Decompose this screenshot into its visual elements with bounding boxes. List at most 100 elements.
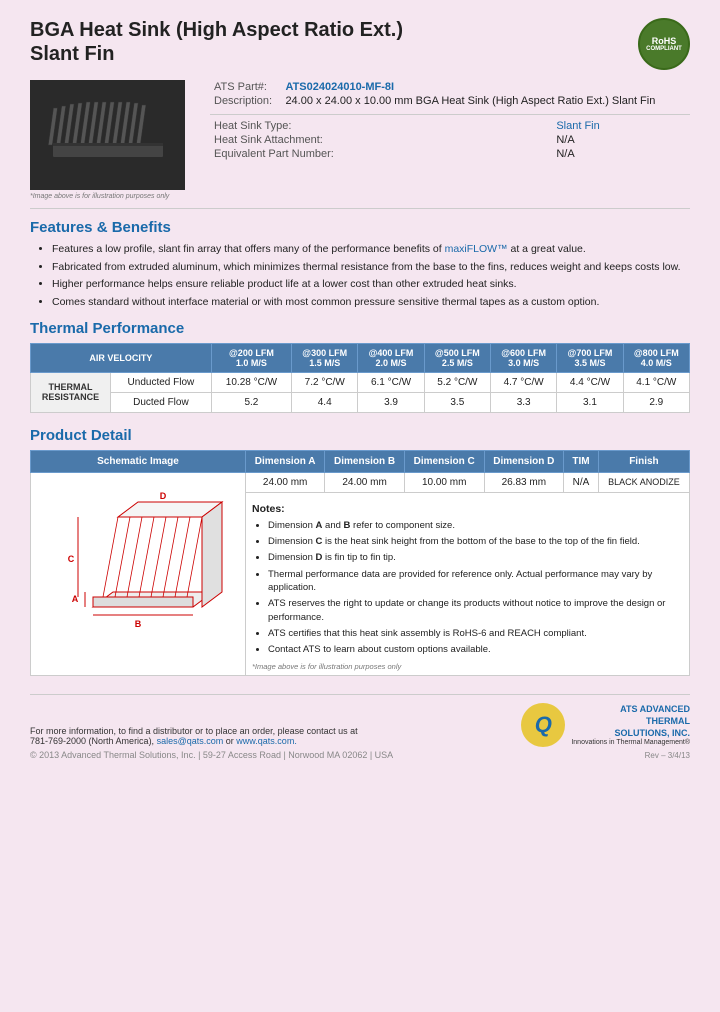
note-1: Dimension A and B refer to component siz… (268, 519, 683, 532)
schematic-svg: B A C D (43, 477, 233, 637)
ats-logo-icon: Q (521, 703, 565, 747)
notes-list: Dimension A and B refer to component siz… (252, 519, 683, 657)
product-image-box (30, 80, 185, 190)
footer-email[interactable]: sales@qats.com (157, 736, 224, 746)
rohs-badge: RoHS COMPLIANT (638, 18, 690, 70)
dim-d-value: 26.83 mm (484, 472, 564, 492)
detail-header-dim-b: Dimension B (325, 450, 405, 472)
thermal-resistance-label: THERMALRESISTANCE (31, 372, 111, 412)
product-image-note: *Image above is for illustration purpose… (30, 193, 190, 200)
product-specs: ATS Part#: ATS024024010-MF-8I Descriptio… (210, 80, 690, 167)
note-4: Thermal performance data are provided fo… (268, 568, 683, 595)
description-value: 24.00 x 24.00 x 10.00 mm BGA Heat Sink (… (281, 94, 690, 108)
col-700lfm: @700 LFM3.5 M/S (557, 343, 623, 372)
ducted-800: 2.9 (623, 392, 689, 412)
footer-contact: For more information, to find a distribu… (30, 726, 358, 736)
col-500lfm: @500 LFM2.5 M/S (424, 343, 490, 372)
footer-phone: 781-769-2000 (North America), (30, 736, 154, 746)
detail-header-schematic: Schematic Image (31, 450, 246, 472)
thermal-table: AIR VELOCITY @200 LFM1.0 M/S @300 LFM1.5… (30, 343, 690, 413)
feature-1: Features a low profile, slant fin array … (52, 242, 690, 257)
ats-brand-name: ATS ADVANCEDTHERMALSOLUTIONS, INC. (571, 704, 690, 739)
unducted-400: 6.1 °C/W (358, 372, 424, 392)
ats-tagline: Innovations in Thermal Management® (571, 739, 690, 746)
ats-logo-text-block: ATS ADVANCEDTHERMALSOLUTIONS, INC. Innov… (571, 704, 690, 746)
note-5: ATS reserves the right to update or chan… (268, 597, 683, 624)
product-image-area: *Image above is for illustration purpose… (30, 80, 190, 200)
ducted-200: 5.2 (211, 392, 291, 412)
air-velocity-header: AIR VELOCITY (31, 343, 212, 372)
footer-left: For more information, to find a distribu… (30, 726, 393, 760)
detail-header-dim-a: Dimension A (246, 450, 325, 472)
detail-table-wrap: Schematic Image Dimension A Dimension B … (30, 450, 690, 677)
footer-contact-text: For more information, to find a distribu… (30, 726, 393, 746)
dim-c-value: 10.00 mm (404, 472, 484, 492)
heatsink-illustration (38, 90, 178, 180)
note-6: ATS certifies that this heat sink assemb… (268, 627, 683, 640)
spec-table: ATS Part#: ATS024024010-MF-8I Descriptio… (210, 80, 690, 108)
unducted-200: 10.28 °C/W (211, 372, 291, 392)
heat-sink-type-value: Slant Fin (552, 119, 690, 133)
feature-2: Fabricated from extruded aluminum, which… (52, 260, 690, 275)
notes-heading: Notes: (252, 503, 683, 515)
ats-logo: Q ATS ADVANCEDTHERMALSOLUTIONS, INC. Inn… (521, 703, 690, 747)
spec-divider (210, 114, 690, 115)
footer-or: or (226, 736, 234, 746)
footer-right: Q ATS ADVANCEDTHERMALSOLUTIONS, INC. Inn… (521, 703, 690, 760)
features-list: Features a low profile, slant fin array … (30, 242, 690, 310)
schematic-cell: B A C D (31, 472, 246, 676)
title-line2: Slant Fin (30, 43, 114, 65)
page-title: BGA Heat Sink (High Aspect Ratio Ext.) S… (30, 18, 403, 66)
svg-text:C: C (68, 554, 75, 564)
svg-text:B: B (135, 619, 142, 629)
col-800lfm: @800 LFM4.0 M/S (623, 343, 689, 372)
heat-sink-attachment-label: Heat Sink Attachment: (210, 133, 552, 147)
detail-header-dim-c: Dimension C (404, 450, 484, 472)
dim-a-value: 24.00 mm (246, 472, 325, 492)
unducted-500: 5.2 °C/W (424, 372, 490, 392)
rohs-text: RoHS (652, 36, 677, 46)
notes-section: Notes: Dimension A and B refer to compon… (252, 503, 683, 657)
unducted-flow-label: Unducted Flow (111, 372, 212, 392)
schematic-image-area: B A C D (43, 477, 233, 647)
header-section: BGA Heat Sink (High Aspect Ratio Ext.) S… (30, 18, 690, 70)
unducted-600: 4.7 °C/W (490, 372, 556, 392)
detail-outer-table: Schematic Image Dimension A Dimension B … (30, 450, 690, 677)
svg-text:D: D (160, 491, 167, 501)
col-600lfm: @600 LFM3.0 M/S (490, 343, 556, 372)
note-2: Dimension C is the heat sink height from… (268, 535, 683, 548)
note-3: Dimension D is fin tip to fin tip. (268, 551, 683, 564)
unducted-800: 4.1 °C/W (623, 372, 689, 392)
features-heading: Features & Benefits (30, 219, 690, 236)
equivalent-part-label: Equivalent Part Number: (210, 147, 552, 161)
footer-website[interactable]: www.qats.com. (236, 736, 297, 746)
ducted-600: 3.3 (490, 392, 556, 412)
notes-cell: Notes: Dimension A and B refer to compon… (246, 492, 690, 676)
ducted-700: 3.1 (557, 392, 623, 412)
product-detail-heading: Product Detail (30, 427, 690, 444)
feature-3: Higher performance helps ensure reliable… (52, 277, 690, 292)
revision-text: Rev – 3/4/13 (521, 751, 690, 760)
title-line1: BGA Heat Sink (High Aspect Ratio Ext.) (30, 19, 403, 41)
dim-b-value: 24.00 mm (325, 472, 405, 492)
detail-header-finish: Finish (598, 450, 689, 472)
part-number[interactable]: ATS024024010-MF-8I (285, 81, 394, 93)
detail-header-tim: TIM (564, 450, 599, 472)
col-300lfm: @300 LFM1.5 M/S (292, 343, 358, 372)
ducted-300: 4.4 (292, 392, 358, 412)
ducted-400: 3.9 (358, 392, 424, 412)
heat-sink-attachment-value: N/A (552, 133, 690, 147)
rohs-compliant-text: COMPLIANT (646, 46, 682, 52)
feature-4: Comes standard without interface materia… (52, 295, 690, 310)
footer-copyright: © 2013 Advanced Thermal Solutions, Inc. … (30, 750, 393, 760)
ducted-flow-label: Ducted Flow (111, 392, 212, 412)
col-200lfm: @200 LFM1.0 M/S (211, 343, 291, 372)
description-label: Description: (210, 94, 281, 108)
product-info-row: *Image above is for illustration purpose… (30, 80, 690, 200)
col-400lfm: @400 LFM2.0 M/S (358, 343, 424, 372)
note-7: Contact ATS to learn about custom option… (268, 643, 683, 656)
tim-value: N/A (564, 472, 599, 492)
thermal-table-wrap: AIR VELOCITY @200 LFM1.0 M/S @300 LFM1.5… (30, 343, 690, 413)
detail-header-dim-d: Dimension D (484, 450, 564, 472)
finish-value: BLACK ANODIZE (598, 472, 689, 492)
